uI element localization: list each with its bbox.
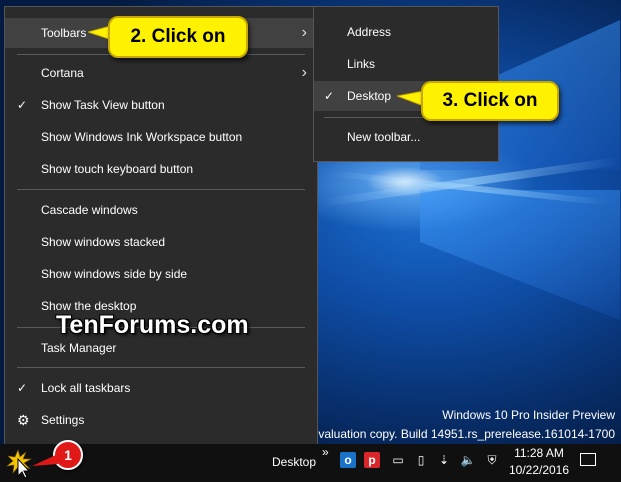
menu-item-label: Show Task View button bbox=[41, 98, 165, 112]
clock-date: 10/22/2016 bbox=[508, 463, 570, 477]
menu-item-settings[interactable]: ⚙ Settings bbox=[5, 405, 317, 435]
callout-step2: 2. Click on bbox=[108, 16, 248, 58]
chevron-right-icon: › bbox=[301, 24, 307, 41]
app-red-icon[interactable]: p bbox=[364, 452, 380, 468]
taskbar-clock[interactable]: 11:28 AM 10/22/2016 bbox=[500, 445, 578, 479]
menu-item-label: Cortana bbox=[41, 66, 84, 80]
callout-step1-pointer bbox=[32, 454, 58, 466]
menu-item-label: Toolbars bbox=[41, 26, 87, 40]
menu-item-label: Links bbox=[347, 57, 376, 71]
gear-icon: ⚙ bbox=[17, 412, 30, 428]
checkmark-icon: ✓ bbox=[17, 381, 28, 395]
submenu-item-links[interactable]: Links bbox=[314, 49, 498, 79]
menu-item-label: Show windows side by side bbox=[41, 267, 188, 281]
device-icon[interactable]: ▯ bbox=[413, 452, 429, 468]
menu-item-show-touch-keyboard[interactable]: Show touch keyboard button bbox=[5, 154, 317, 184]
menu-item-windows-stacked[interactable]: Show windows stacked bbox=[5, 227, 317, 257]
menu-item-label: Task Manager bbox=[41, 341, 117, 355]
callout-step2-text: 2. Click on bbox=[130, 26, 226, 47]
usb-icon[interactable]: ⇣ bbox=[436, 452, 452, 468]
wallpaper-window-pane bbox=[420, 190, 620, 320]
menu-item-label: Address bbox=[347, 25, 392, 39]
desktop-toolbar-label[interactable]: Desktop bbox=[272, 455, 316, 469]
menu-item-show-ink-workspace[interactable]: Show Windows Ink Workspace button bbox=[5, 122, 317, 152]
menu-item-cascade-windows[interactable]: Cascade windows bbox=[5, 195, 317, 225]
windows-version-line1: Windows 10 Pro Insider Preview bbox=[442, 408, 615, 422]
volume-icon[interactable]: 🔈 bbox=[460, 452, 476, 468]
menu-item-label: Show touch keyboard button bbox=[41, 162, 194, 176]
callout-step3-text: 3. Click on bbox=[442, 90, 538, 111]
menu-item-label: New toolbar... bbox=[347, 130, 421, 144]
checkmark-icon: ✓ bbox=[324, 89, 335, 103]
start-click-burst-icon bbox=[6, 449, 33, 478]
callout-step1-text: 1 bbox=[64, 447, 72, 463]
outlook-icon[interactable]: o bbox=[340, 452, 356, 468]
shield-icon[interactable]: ⛨ bbox=[484, 452, 500, 468]
menu-separator bbox=[17, 367, 305, 368]
checkmark-icon: ✓ bbox=[17, 98, 28, 112]
chevron-right-icon: › bbox=[301, 64, 307, 81]
taskbar-context-menu: Toolbars › Cortana › ✓ Show Task View bu… bbox=[4, 6, 318, 445]
windows-version-line2: Evaluation copy. Build 14951.rs_prerelea… bbox=[310, 427, 615, 441]
menu-item-label: Cascade windows bbox=[41, 203, 138, 217]
clock-time: 11:28 AM bbox=[514, 446, 564, 460]
menu-separator bbox=[17, 189, 305, 190]
menu-item-label: Show windows stacked bbox=[41, 235, 166, 249]
menu-item-cortana[interactable]: Cortana › bbox=[5, 58, 317, 88]
menu-item-show-task-view[interactable]: ✓ Show Task View button bbox=[5, 90, 317, 120]
menu-item-label: Settings bbox=[41, 413, 85, 427]
menu-item-label: Show Windows Ink Workspace button bbox=[41, 130, 243, 144]
watermark: TenForums.com bbox=[56, 311, 249, 339]
callout-step3: 3. Click on bbox=[421, 81, 559, 121]
submenu-item-address[interactable]: Address bbox=[314, 17, 498, 47]
menu-item-label: Lock all taskbars bbox=[41, 381, 131, 395]
toolbar-chevron-icon[interactable]: » bbox=[322, 445, 329, 459]
battery-icon[interactable]: ▭ bbox=[390, 452, 406, 468]
submenu-item-new-toolbar[interactable]: New toolbar... bbox=[314, 122, 498, 152]
action-center-icon[interactable] bbox=[580, 453, 596, 466]
menu-item-lock-taskbars[interactable]: ✓ Lock all taskbars bbox=[5, 373, 317, 403]
menu-item-windows-side-by-side[interactable]: Show windows side by side bbox=[5, 259, 317, 289]
menu-item-label: Desktop bbox=[347, 89, 392, 103]
